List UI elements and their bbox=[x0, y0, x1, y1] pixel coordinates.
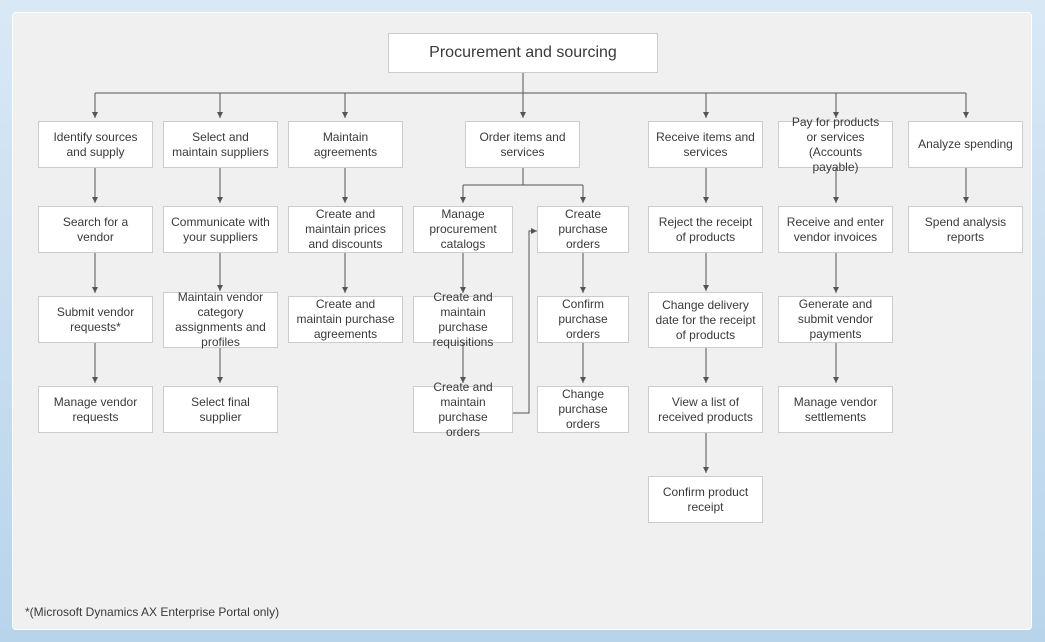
node-root: Procurement and sourcing bbox=[388, 33, 658, 73]
node-generate-submit-payments: Generate and submit vendor payments bbox=[778, 296, 893, 343]
node-create-purchase-requisitions: Create and maintain purchase requisition… bbox=[413, 296, 513, 343]
node-order-items: Order items and services bbox=[465, 121, 580, 168]
diagram-canvas: Procurement and sourcing Identify source… bbox=[12, 12, 1032, 630]
node-create-maintain-purchase-orders: Create and maintain purchase orders bbox=[413, 386, 513, 433]
node-analyze-spending: Analyze spending bbox=[908, 121, 1023, 168]
node-select-final-supplier: Select final supplier bbox=[163, 386, 278, 433]
node-manage-procurement-catalogs: Manage procurement catalogs bbox=[413, 206, 513, 253]
node-manage-vendor-requests: Manage vendor requests bbox=[38, 386, 153, 433]
footnote-text: *(Microsoft Dynamics AX Enterprise Porta… bbox=[25, 605, 279, 619]
node-identify-sources: Identify sources and supply bbox=[38, 121, 153, 168]
node-confirm-product-receipt: Confirm product receipt bbox=[648, 476, 763, 523]
node-search-vendor: Search for a vendor bbox=[38, 206, 153, 253]
node-receive-items: Receive items and services bbox=[648, 121, 763, 168]
node-communicate-suppliers: Communicate with your suppliers bbox=[163, 206, 278, 253]
node-receive-enter-invoices: Receive and enter vendor invoices bbox=[778, 206, 893, 253]
node-view-received-products: View a list of received products bbox=[648, 386, 763, 433]
node-pay-products: Pay for products or services (Accounts p… bbox=[778, 121, 893, 168]
node-confirm-purchase-orders: Confirm purchase orders bbox=[537, 296, 629, 343]
node-maintain-vendor-category: Maintain vendor category assignments and… bbox=[163, 292, 278, 348]
node-reject-receipt: Reject the receipt of products bbox=[648, 206, 763, 253]
node-create-purchase-agreements: Create and maintain purchase agreements bbox=[288, 296, 403, 343]
node-spend-analysis-reports: Spend analysis reports bbox=[908, 206, 1023, 253]
node-change-purchase-orders: Change purchase orders bbox=[537, 386, 629, 433]
node-select-suppliers: Select and maintain suppliers bbox=[163, 121, 278, 168]
node-submit-vendor-requests: Submit vendor requests* bbox=[38, 296, 153, 343]
node-create-purchase-orders: Create purchase orders bbox=[537, 206, 629, 253]
node-create-prices-discounts: Create and maintain prices and discounts bbox=[288, 206, 403, 253]
node-maintain-agreements: Maintain agreements bbox=[288, 121, 403, 168]
node-manage-vendor-settlements: Manage vendor settlements bbox=[778, 386, 893, 433]
node-change-delivery-date: Change delivery date for the receipt of … bbox=[648, 292, 763, 348]
